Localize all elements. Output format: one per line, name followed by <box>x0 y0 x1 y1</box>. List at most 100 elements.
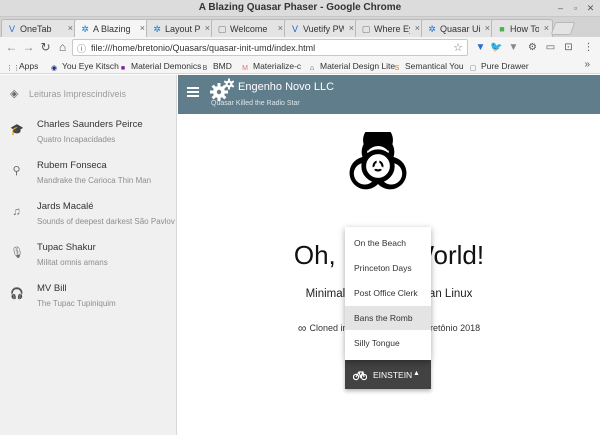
quasar-icon: ✲ <box>81 24 89 34</box>
quasar-icon: ✲ <box>153 24 161 34</box>
tab-close-icon[interactable]: × <box>415 23 420 33</box>
browser-tab[interactable]: ■ How To C × <box>491 19 553 37</box>
dropdown-menu: On the Beach Princeton Days Post Office Cl… <box>345 227 431 360</box>
biohazard-icon <box>349 132 407 190</box>
bookmark-label: Pure Drawer <box>481 61 529 71</box>
tab-title[interactable]: Where Ey <box>374 24 410 34</box>
address-bar[interactable]: ⓘ file:///home/bretonio/Quasars/quasar-i… <box>72 39 468 56</box>
menu-icon[interactable] <box>187 87 199 97</box>
tab-close-icon[interactable]: × <box>278 23 283 33</box>
bookmark-label: Material Demonics <box>131 61 202 71</box>
bookmark-item[interactable]: ▢ Pure Drawer <box>468 60 529 72</box>
tab-title[interactable]: Welcome <box>230 24 273 34</box>
browser-tab[interactable]: ✲ A Blazing × <box>74 19 149 38</box>
tab-title[interactable]: How To C <box>510 24 539 34</box>
tab-close-icon[interactable]: × <box>485 23 490 33</box>
bookmark-label: Apps <box>19 61 39 71</box>
sidebar: ◈ Leituras Imprescindíveis 🎓 Charles Saun… <box>0 75 177 435</box>
playlist-icon: ♫ <box>12 206 21 218</box>
tab-title[interactable]: Vuetify PW <box>303 24 344 34</box>
bookmark-item[interactable]: M Materialize-c <box>240 60 301 72</box>
einstein-dropdown-button[interactable]: EINSTEIN ▲ <box>345 360 431 389</box>
sidebar-item[interactable]: ⚲ Rubem Fonseca Mandrake the Carioca Thin … <box>0 154 177 195</box>
dropdown-item[interactable]: Post Office Clerk <box>345 281 431 305</box>
vuetify-extension-icon[interactable]: ▼ <box>507 41 520 54</box>
sidebar-item-title: Rubem Fonseca <box>37 160 107 171</box>
tab-close-icon[interactable]: × <box>140 23 145 33</box>
tab-title[interactable]: Layout Pa <box>165 24 200 34</box>
app-title: Engenho Novo LLC <box>238 81 335 93</box>
onetab-icon: V <box>8 24 15 34</box>
browser-tab[interactable]: ▢ Welcome × <box>211 19 287 37</box>
school-icon: 🎓 <box>10 124 24 136</box>
sidebar-item[interactable]: ♫ Jards Macalé Sounds of deepest darkest S… <box>0 195 177 236</box>
search-icon: ⚲ <box>12 165 21 177</box>
bicycle-icon <box>353 371 367 381</box>
tab-close-icon[interactable]: × <box>205 23 210 33</box>
dropdown-item[interactable]: On the Beach <box>345 231 431 255</box>
caret-up-icon: ▲ <box>413 370 420 377</box>
app-header: Engenho Novo LLC Quasar Killed the Radio… <box>178 75 600 114</box>
bookmark-star-icon[interactable]: ☆ <box>453 41 463 54</box>
app-subtitle: Quasar Killed the Radio Star <box>211 100 300 107</box>
address-url[interactable]: file:///home/bretonio/Quasars/quasar-ini… <box>91 43 315 53</box>
headset-icon: 🎧 <box>10 288 24 300</box>
bookmark-label: BMD <box>213 61 232 71</box>
tab-close-icon[interactable]: × <box>544 23 549 33</box>
dropdown-item[interactable]: Bans the Romb <box>345 306 431 330</box>
tab-title[interactable]: Quasar Ui <box>440 24 480 34</box>
dropdown-item[interactable]: Princeton Days <box>345 256 431 280</box>
sidebar-item-subtitle: Sounds of deepest darkest São Pavlov <box>37 217 175 226</box>
window-title: A Blazing Quasar Phaser - Google Chrome <box>198 2 402 13</box>
mdl-icon: ⌂ <box>309 65 315 72</box>
material-icon: ■ <box>120 65 126 72</box>
browser-tab[interactable]: ✲ Layout Pa × <box>146 19 214 37</box>
forward-arrow-icon[interactable]: → <box>21 40 36 55</box>
maximize-icon[interactable]: ▫ <box>570 3 581 14</box>
mic-icon: 🎙 <box>10 247 24 259</box>
info-icon[interactable]: ⓘ <box>77 42 86 55</box>
cast-extension-icon[interactable]: ▭ <box>544 41 557 54</box>
bookmark-item[interactable]: B BMD <box>200 60 232 72</box>
onetab-extension-icon[interactable]: ▼ <box>474 41 487 54</box>
puzzle-extension-icon[interactable]: ⚙ <box>526 41 539 54</box>
book-icon: ◈ <box>10 88 19 100</box>
bookmarks-overflow-icon[interactable]: » <box>584 59 590 70</box>
tab-title[interactable]: OneTab <box>20 24 63 34</box>
bookmark-label: You Eye Kitsch <box>62 61 119 71</box>
minimize-icon[interactable]: – <box>555 3 566 14</box>
sidebar-header-label: Leituras Imprescindíveis <box>29 89 127 99</box>
tab-close-icon[interactable]: × <box>349 23 354 33</box>
bookmark-item[interactable]: ⋮⋮Apps <box>6 60 38 72</box>
quasar-icon: ✲ <box>428 24 436 34</box>
bookmark-item[interactable]: ■ Material Demonics <box>118 60 202 72</box>
browser-tab[interactable]: V OneTab × <box>1 19 77 37</box>
sidebar-item-title: Charles Saunders Peirce <box>37 119 143 130</box>
back-arrow-icon[interactable]: ← <box>4 40 19 55</box>
tab-close-icon[interactable]: × <box>68 23 73 33</box>
bookmark-item[interactable]: S Semantical You <box>392 60 464 72</box>
bookmark-item[interactable]: ⌂ Material Design Lite <box>307 60 395 72</box>
browser-tab[interactable]: ▢ Where Ey × <box>355 19 424 37</box>
browser-tab[interactable]: ✲ Quasar Ui × <box>421 19 494 37</box>
menu-dots-icon[interactable]: ⋮ <box>582 41 595 54</box>
browser-tab[interactable]: V Vuetify PW × <box>284 19 358 37</box>
window-controls: – ▫ ✕ <box>555 3 596 14</box>
bmd-icon: B <box>202 65 208 72</box>
sidebar-item-subtitle: Militat omnis amans <box>37 258 108 267</box>
new-tab-button[interactable] <box>550 22 576 35</box>
home-icon[interactable]: ⌂ <box>55 40 70 55</box>
crop-extension-icon[interactable]: ⊡ <box>562 41 575 54</box>
sidebar-item[interactable]: 🎙 Tupac Shakur Militat omnis amans <box>0 236 177 277</box>
close-icon[interactable]: ✕ <box>585 3 596 14</box>
tab-title[interactable]: A Blazing <box>93 24 135 34</box>
green-icon: ■ <box>499 24 505 34</box>
bookmark-item[interactable]: ◉ You Eye Kitsch <box>49 60 119 72</box>
sidebar-header: ◈ Leituras Imprescindíveis <box>0 75 177 113</box>
sidebar-item[interactable]: 🎧 MV Bill The Tupac Tupiniquim <box>0 277 177 318</box>
page-icon: ▢ <box>361 24 371 34</box>
sidebar-item[interactable]: 🎓 Charles Saunders Peirce Quatro Incapacid… <box>0 113 177 154</box>
twitter-extension-icon[interactable]: 🐦 <box>490 41 503 54</box>
dropdown-item[interactable]: Silly Tongue <box>345 331 431 355</box>
reload-icon[interactable]: ↻ <box>38 40 53 55</box>
